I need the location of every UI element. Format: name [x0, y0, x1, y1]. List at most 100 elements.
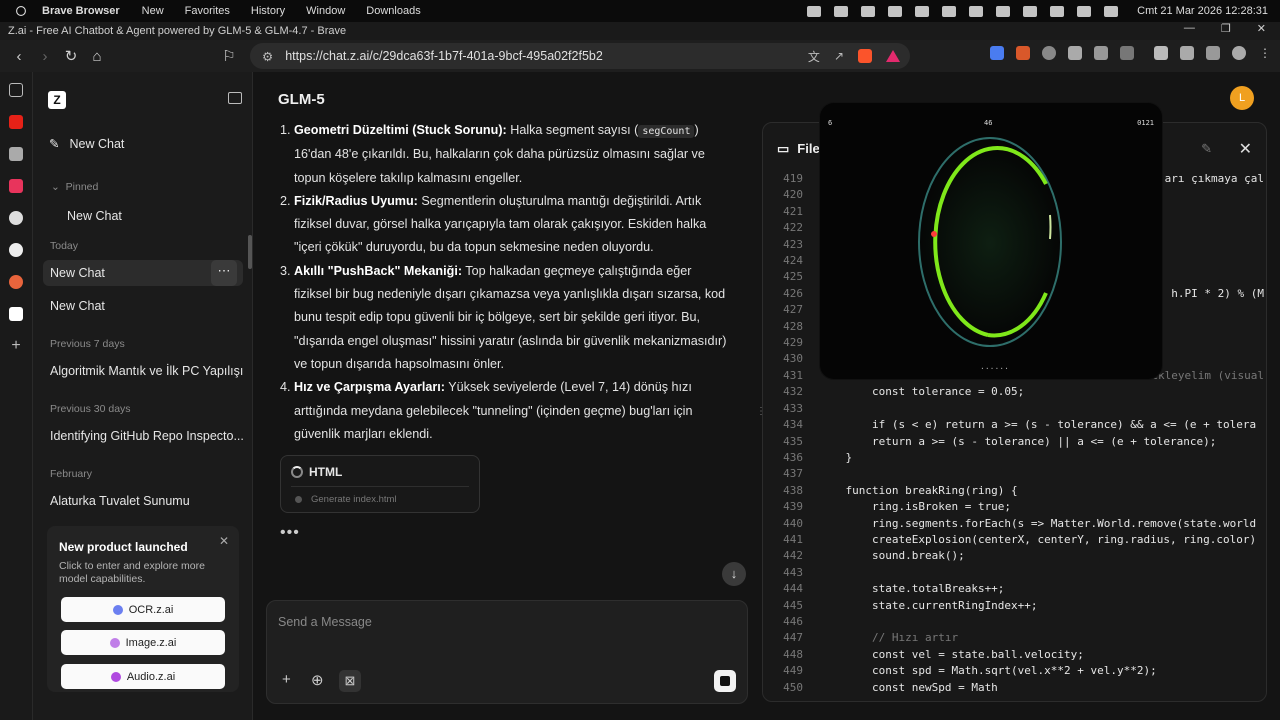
close-window-icon[interactable]: ✕: [1257, 22, 1266, 35]
sidebar-toggle-icon[interactable]: [1154, 46, 1168, 60]
chat-item[interactable]: Alaturka Tuvalet Sunumu: [50, 494, 190, 508]
bookmark-icon[interactable]: ⚐: [216, 43, 242, 69]
chat-item-active[interactable]: New Chat ⋯: [43, 260, 243, 286]
code-line: 443: [763, 565, 1266, 581]
menu-window[interactable]: Window: [306, 5, 345, 17]
url-text[interactable]: https://chat.z.ai/c/29dca63f-1b7f-401a-9…: [285, 49, 603, 63]
artifact-card[interactable]: HTML Generate index.html: [280, 455, 480, 513]
menu-new[interactable]: New: [142, 5, 164, 17]
cloud-icon[interactable]: [807, 5, 822, 17]
forward-icon[interactable]: ›: [32, 43, 58, 69]
image-button[interactable]: Image.z.ai: [61, 630, 225, 655]
pinned-chat-item[interactable]: New Chat: [67, 209, 122, 223]
close-promo-icon[interactable]: ✕: [219, 534, 229, 548]
close-panel-icon[interactable]: ✕: [1239, 139, 1252, 159]
more-options-icon[interactable]: ⋯: [211, 260, 237, 286]
devtools-icon[interactable]: [1120, 46, 1134, 60]
site-settings-icon[interactable]: ⚙: [262, 49, 273, 64]
panel-icon[interactable]: [9, 83, 23, 97]
add-attachment-icon[interactable]: +: [282, 671, 291, 688]
collapse-sidebar-icon[interactable]: [228, 92, 242, 104]
vpn-icon[interactable]: [1232, 46, 1246, 60]
address-bar[interactable]: ⚙ https://chat.z.ai/c/29dca63f-1b7f-401a…: [250, 43, 910, 69]
code-line: 432 const tolerance = 0.05;: [763, 384, 1266, 400]
game-preview-window[interactable]: 6 46 0121 ......: [820, 103, 1162, 379]
search-icon[interactable]: [1077, 5, 1092, 17]
puzzle-icon[interactable]: [1068, 46, 1082, 60]
reload-icon[interactable]: ↻: [58, 43, 84, 69]
microphone-icon[interactable]: [861, 5, 876, 17]
audio-button[interactable]: Audio.z.ai: [61, 664, 225, 689]
code-text: const spd = Math.sqrt(vel.x**2 + vel.y**…: [819, 664, 1157, 678]
clock[interactable]: Cmt 21 Mar 2026 12:28:31: [1137, 5, 1268, 17]
screenshot-icon[interactable]: [1094, 46, 1108, 60]
back-icon[interactable]: ‹: [6, 43, 32, 69]
panel-header: ▭ File: [777, 141, 820, 157]
restore-icon[interactable]: ❐: [1221, 22, 1231, 35]
code-text: function breakRing(ring) {: [819, 483, 1018, 497]
chat-item[interactable]: Identifying GitHub Repo Inspecto...: [50, 429, 244, 443]
system-logo-icon[interactable]: [16, 6, 26, 16]
browser-toolbar: ‹ › ↻ ⌂ ⚐ ⚙ https://chat.z.ai/c/29dca63f…: [0, 40, 1280, 72]
github-icon[interactable]: [9, 243, 23, 257]
battery-icon[interactable]: [969, 5, 984, 17]
pinned-section[interactable]: ⌄ Pinned: [51, 181, 98, 193]
menu-history[interactable]: History: [251, 5, 285, 17]
text-input-icon[interactable]: [1050, 5, 1065, 17]
menu-favorites[interactable]: Favorites: [185, 5, 230, 17]
translate-icon[interactable]: 文: [808, 48, 820, 65]
code-line: 435 return a >= (s - tolerance) || a <= …: [763, 434, 1266, 450]
app-icon[interactable]: [9, 179, 23, 193]
chatgpt-icon[interactable]: [9, 211, 23, 225]
message-input[interactable]: Send a Message: [278, 615, 372, 629]
add-icon[interactable]: +: [9, 338, 23, 354]
promo-card: New product launched Click to enter and …: [47, 526, 239, 692]
globe-ext-icon[interactable]: [1042, 46, 1056, 60]
user-avatar[interactable]: L: [1230, 86, 1254, 110]
muted-icon[interactable]: [9, 147, 23, 161]
line-number: 428: [783, 319, 803, 333]
stop-generation-button[interactable]: [714, 670, 736, 692]
menu-icon[interactable]: ⋮: [1258, 46, 1272, 60]
code-line: 446: [763, 614, 1266, 630]
edit-file-icon[interactable]: ✎: [1201, 141, 1212, 157]
zai-logo-icon[interactable]: Z: [48, 91, 66, 109]
claude-icon[interactable]: [9, 275, 23, 289]
eject-icon[interactable]: [996, 5, 1011, 17]
web-search-icon[interactable]: ⊕: [311, 671, 324, 689]
wifi-icon[interactable]: [915, 5, 930, 17]
code-text: // Hızı artır: [819, 631, 959, 645]
zai-icon[interactable]: [9, 307, 23, 321]
ext-icon[interactable]: [1016, 46, 1030, 60]
menu-downloads[interactable]: Downloads: [366, 5, 420, 17]
code-line: 440 ring.segments.forEach(s => Matter.Wo…: [763, 516, 1266, 532]
control-center-icon[interactable]: [1104, 5, 1119, 17]
code-fragment: ekleyelim (visual: [1151, 368, 1264, 382]
calendar-icon[interactable]: [834, 5, 849, 17]
tools-icon[interactable]: ⊠: [339, 670, 361, 692]
mute-icon[interactable]: [888, 5, 903, 17]
wallet-icon[interactable]: [1180, 46, 1194, 60]
leo-icon[interactable]: [1206, 46, 1220, 60]
home-icon[interactable]: ⌂: [84, 43, 110, 69]
sidebar-scrollbar[interactable]: [248, 235, 252, 269]
translate-ext-icon[interactable]: [990, 46, 1004, 60]
minimize-icon[interactable]: —: [1184, 22, 1195, 35]
youtube-icon[interactable]: [9, 115, 23, 129]
share-icon[interactable]: ↗: [834, 49, 844, 63]
message-composer[interactable]: Send a Message + ⊕ ⊠: [266, 600, 748, 704]
chat-item[interactable]: New Chat: [50, 299, 105, 313]
brave-rewards-icon[interactable]: [886, 50, 900, 62]
scroll-down-icon[interactable]: ↓: [722, 562, 746, 586]
chat-item[interactable]: Algoritmik Mantık ve İlk PC Yapılışı: [50, 364, 243, 378]
app-menu-name[interactable]: Brave Browser: [42, 5, 120, 17]
line-number: 423: [783, 237, 803, 251]
volume-icon[interactable]: [1023, 5, 1038, 17]
loading-spinner-icon: [291, 466, 303, 478]
model-name[interactable]: GLM-5: [278, 91, 325, 108]
new-chat-button[interactable]: ✎ New Chat: [49, 136, 124, 152]
display-icon[interactable]: [942, 5, 957, 17]
brave-shields-icon[interactable]: [858, 49, 872, 63]
line-number: 442: [783, 549, 803, 563]
ocr-button[interactable]: OCR.z.ai: [61, 597, 225, 622]
